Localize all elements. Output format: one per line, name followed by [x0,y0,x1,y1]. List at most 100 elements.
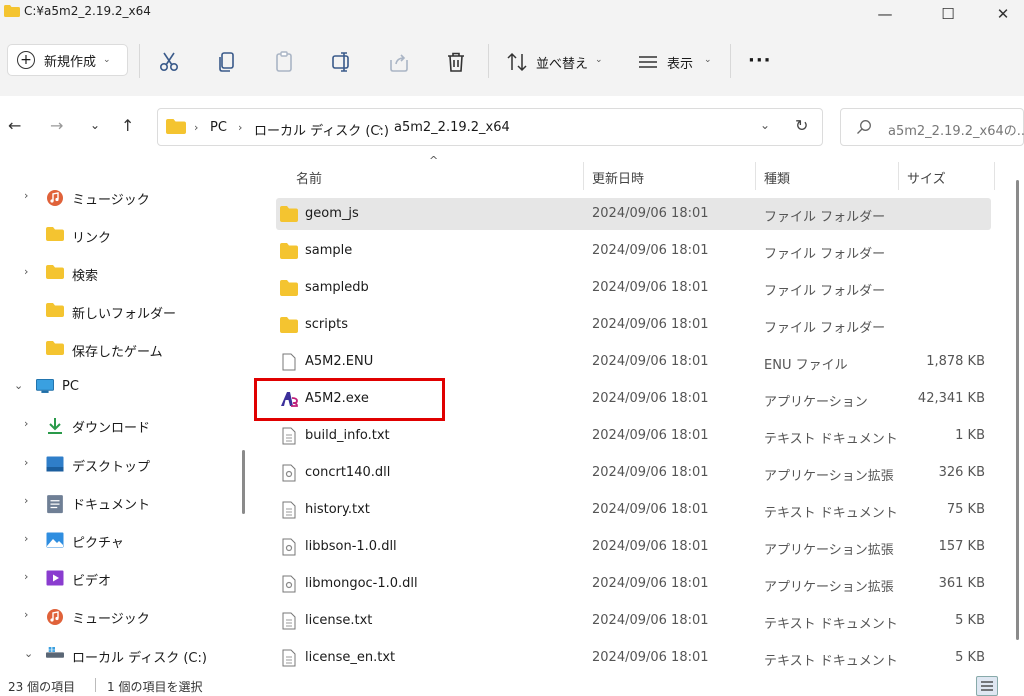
recent-chevron-icon[interactable]: ⌄ [90,118,100,132]
file-size: 5 KB [955,613,985,628]
sidebar-item[interactable]: › ビデオ [0,563,240,593]
sidebar-item[interactable]: › ピクチャ [0,525,240,555]
file-date: 2024/09/06 18:01 [592,576,709,591]
view-button[interactable]: 表示 [667,53,693,72]
file-date: 2024/09/06 18:01 [592,465,709,480]
sidebar-item[interactable]: › ダウンロード [0,410,240,440]
folder-icon [280,205,298,223]
table-row[interactable]: license_en.txt 2024/09/06 18:01 テキスト ドキュメン… [276,642,991,674]
sort-icon[interactable] [505,50,529,74]
chevron-down-icon[interactable]: ⌄ [14,379,23,392]
column-header-date[interactable]: 更新日時 [592,168,644,187]
file-name: history.txt [305,502,370,517]
sidebar-item[interactable]: ⌄ PC [0,372,240,402]
new-button[interactable]: + 新規作成 ⌄ [7,44,128,76]
file-type: ENU ファイル [764,358,848,373]
sidebar-item[interactable]: 保存したゲーム [0,334,240,364]
sidebar-scrollbar[interactable] [242,450,245,514]
search-icon [857,120,871,134]
file-name: libmongoc-1.0.dll [305,576,418,591]
table-row[interactable]: sample 2024/09/06 18:01 ファイル フォルダー [276,235,991,267]
column-header-name[interactable]: 名前 [296,168,322,187]
details-view-icon [981,681,993,691]
chevron-right-icon[interactable]: › [24,189,28,202]
close-button[interactable]: ✕ [980,0,1024,28]
chevron-right-icon[interactable]: › [24,417,28,430]
breadcrumb-folder[interactable]: a5m2_2.19.2_x64 [394,120,510,135]
breadcrumb-drive[interactable]: ローカル ディスク (C:) [254,120,389,139]
chevron-right-icon[interactable]: › [24,570,28,583]
table-row[interactable]: build_info.txt 2024/09/06 18:01 テキスト ドキュメン… [276,420,991,452]
file-list-scrollbar[interactable] [1016,180,1019,640]
minimize-button[interactable]: — [862,0,908,28]
sidebar-item[interactable]: 新しいフォルダー [0,296,240,326]
file-name: libbson-1.0.dll [305,539,397,554]
details-view-button[interactable] [976,676,998,696]
folder-icon [166,119,186,134]
file-name: license_en.txt [305,650,396,665]
breadcrumb-separator: › [194,121,199,134]
sidebar-item[interactable]: ⌄ ローカル ディスク (C:) [0,640,240,670]
copy-icon[interactable] [215,50,239,74]
share-icon[interactable] [387,50,411,74]
chevron-right-icon[interactable]: › [24,532,28,545]
address-dropdown-icon[interactable]: ⌄ [760,118,770,132]
up-icon[interactable]: ↑ [121,116,134,135]
rename-icon[interactable] [330,50,354,74]
chevron-right-icon[interactable]: › [24,456,28,469]
more-button[interactable]: ··· [748,50,772,71]
sidebar-item[interactable]: › ミュージック [0,182,240,212]
sidebar-item[interactable]: › ドキュメント [0,487,240,517]
column-divider[interactable] [755,162,756,190]
paste-icon[interactable] [272,50,296,74]
command-bar: + 新規作成 ⌄ 並べ替え ⌄ 表示 ⌄ ··· [0,28,1024,96]
sidebar-item-label: デスクトップ [72,460,151,475]
cut-icon[interactable] [157,50,181,74]
file-type: アプリケーション拡張 [764,543,894,558]
sidebar-item[interactable]: › ミュージック [0,601,240,631]
new-button-label: 新規作成 [44,54,97,70]
dll-icon [280,464,298,482]
file-type: テキスト ドキュメント [764,617,898,632]
column-header-type[interactable]: 種類 [764,168,790,187]
table-row[interactable]: history.txt 2024/09/06 18:01 テキスト ドキュメント 75… [276,494,991,526]
maximize-button[interactable]: ☐ [925,0,971,28]
chevron-right-icon[interactable]: › [24,494,28,507]
sort-ascending-icon: ^ [429,154,439,167]
delete-icon[interactable] [444,50,468,74]
selection-count: 1 個の項目を選択 [107,680,203,694]
table-row[interactable]: libbson-1.0.dll 2024/09/06 18:01 アプリケーション拡… [276,531,991,563]
sidebar-item[interactable]: › 検索 [0,258,240,288]
forward-icon[interactable]: → [50,116,63,135]
file-size: 1 KB [955,428,985,443]
table-row[interactable]: libmongoc-1.0.dll 2024/09/06 18:01 アプリケーショ… [276,568,991,600]
table-row[interactable]: scripts 2024/09/06 18:01 ファイル フォルダー [276,309,991,341]
table-row[interactable]: concrt140.dll 2024/09/06 18:01 アプリケーション拡張 3… [276,457,991,489]
table-row[interactable]: geom_js 2024/09/06 18:01 ファイル フォルダー [276,198,991,230]
table-row[interactable]: license.txt 2024/09/06 18:01 テキスト ドキュメント 5 … [276,605,991,637]
sidebar-item[interactable]: › デスクトップ [0,449,240,479]
back-icon[interactable]: ← [8,116,21,135]
column-divider[interactable] [994,162,995,190]
sort-button[interactable]: 並べ替え [536,53,588,72]
file-size: 1,878 KB [926,354,985,369]
column-divider[interactable] [583,162,584,190]
table-row[interactable]: sampledb 2024/09/06 18:01 ファイル フォルダー [276,272,991,304]
sidebar-item[interactable]: リンク [0,220,240,250]
sidebar-item-label: ピクチャ [72,536,124,551]
column-divider[interactable] [898,162,899,190]
chevron-right-icon[interactable]: › [24,265,28,278]
sidebar-item-label: ミュージック [72,193,150,208]
refresh-icon[interactable]: ↻ [795,116,808,135]
chevron-down-icon[interactable]: ⌄ [24,647,33,660]
file-size: 75 KB [946,502,985,517]
sidebar-item-label: 保存したゲーム [72,345,163,360]
toolbar-divider [730,44,731,78]
view-icon[interactable] [636,50,660,74]
folder-icon [46,303,64,319]
toolbar-divider [488,44,489,78]
column-header-size[interactable]: サイズ [907,168,946,187]
chevron-right-icon[interactable]: › [24,608,28,621]
breadcrumb-pc[interactable]: PC [210,120,227,135]
table-row[interactable]: A5M2.ENU 2024/09/06 18:01 ENU ファイル 1,878 KB [276,346,991,378]
